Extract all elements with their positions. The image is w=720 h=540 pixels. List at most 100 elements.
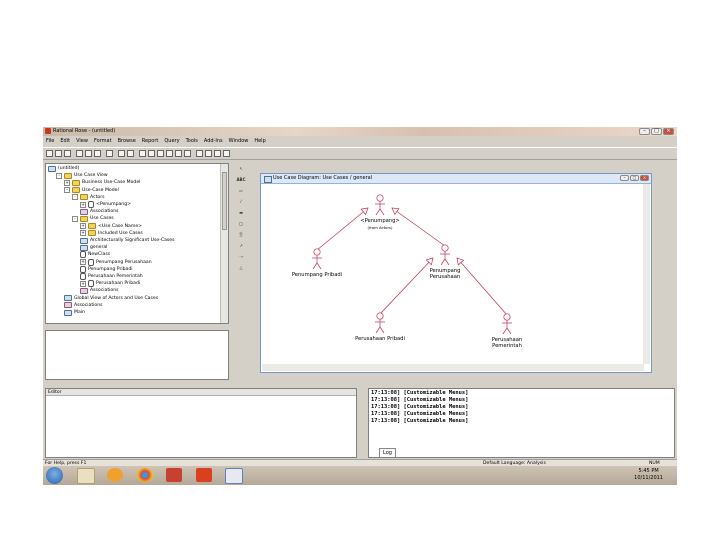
tree-item[interactable]: Main — [64, 309, 85, 316]
zoom-in-icon[interactable] — [196, 150, 203, 157]
diagram-horizontal-scrollbar[interactable] — [262, 364, 644, 371]
expand-icon[interactable]: + — [80, 230, 86, 237]
expand-icon[interactable]: + — [80, 223, 86, 230]
tree-item[interactable]: (untitled) — [48, 165, 79, 172]
menu-edit[interactable]: Edit — [60, 137, 70, 146]
generalization-arrow[interactable] — [456, 257, 508, 316]
tree-item[interactable]: + Included Use Cases — [80, 230, 143, 237]
menu-add-ins[interactable]: Add-Ins — [204, 137, 223, 146]
menu-file[interactable]: File — [46, 137, 54, 146]
note-icon[interactable]: ▭ — [236, 187, 246, 195]
actor-perpemerintah[interactable]: PerusahaanPemerintah — [492, 313, 522, 349]
log-tab[interactable]: Log — [379, 448, 396, 457]
text-box-tool[interactable]: ABC — [236, 176, 246, 184]
generalization-icon[interactable]: △ — [236, 264, 246, 272]
browse-deployment-icon[interactable] — [166, 150, 173, 157]
diagram-minimize-button[interactable]: – — [620, 175, 629, 181]
collapse-icon[interactable]: - — [56, 172, 62, 179]
open-icon[interactable] — [55, 150, 62, 157]
diagram-title-bar[interactable]: Use Case Diagram: Use Cases / general – … — [261, 174, 651, 184]
editor-pane[interactable]: Editor — [45, 388, 357, 458]
collapse-icon[interactable]: - — [72, 215, 78, 222]
log-window[interactable]: Log 17:13:08] [Customizable Menus] 17:13:… — [368, 388, 675, 458]
pointer-icon[interactable]: ↖ — [236, 165, 246, 173]
tree-item[interactable]: + Perusahaan Pribadi — [80, 280, 140, 288]
package-icon[interactable]: ▬ — [236, 209, 246, 217]
unidirectional-association-icon[interactable]: ↗ — [236, 242, 246, 250]
new-icon[interactable] — [46, 150, 53, 157]
copy-icon[interactable] — [85, 150, 92, 157]
tree-item[interactable]: Architecturally Significant Use-Cases — [80, 237, 175, 244]
tree-item[interactable]: Penumpang Pribadi — [80, 265, 133, 273]
maximize-button[interactable]: □ — [651, 128, 662, 135]
expand-icon[interactable]: + — [80, 201, 86, 208]
fit-in-window-icon[interactable] — [214, 150, 221, 157]
cut-icon[interactable] — [76, 150, 83, 157]
undo-fit-icon[interactable] — [223, 150, 230, 157]
tree-item[interactable]: - Use Case View — [56, 172, 108, 179]
explorer-taskbar-icon[interactable] — [77, 468, 95, 484]
context-help-icon[interactable] — [118, 150, 125, 157]
tree-item[interactable]: + <Penumpang> — [80, 201, 131, 208]
menu-tools[interactable]: Tools — [186, 137, 198, 146]
anchor-note-icon[interactable]: ⁄ — [236, 198, 246, 206]
generalization-arrow[interactable] — [379, 257, 434, 315]
dependency-icon[interactable]: ⇢ — [236, 253, 246, 261]
tree-item[interactable]: general — [80, 244, 107, 251]
use-case-icon[interactable]: ◯ — [236, 220, 246, 228]
menu-help[interactable]: Help — [254, 137, 265, 146]
generalization-arrow[interactable] — [391, 207, 446, 247]
browse-component-icon[interactable] — [157, 150, 164, 157]
menu-browse[interactable]: Browse — [118, 137, 136, 146]
document-taskbar-icon[interactable] — [166, 468, 182, 482]
scroll-thumb[interactable] — [222, 172, 227, 230]
tree-item[interactable]: + Business Use-Case Model — [64, 179, 140, 186]
system-clock[interactable]: 5:45 PM 10/11/2011 — [634, 468, 663, 482]
actor-penperus[interactable]: PenumpangPerusahaan — [430, 244, 461, 280]
expand-icon[interactable]: + — [80, 259, 86, 266]
tree-item[interactable]: Associations — [80, 208, 119, 215]
title-bar[interactable]: Rational Rose - (untitled) – □ × — [43, 127, 677, 136]
browse-class-icon[interactable] — [139, 150, 146, 157]
paste-icon[interactable] — [94, 150, 101, 157]
browse-previous-icon[interactable] — [184, 150, 191, 157]
start-button[interactable] — [46, 467, 63, 484]
diagram-vertical-scrollbar[interactable] — [643, 184, 650, 364]
expand-icon[interactable]: + — [64, 179, 70, 186]
diagram-restore-button[interactable]: □ — [630, 175, 639, 181]
expand-icon[interactable]: + — [80, 280, 86, 287]
media-taskbar-icon[interactable] — [107, 468, 123, 482]
collapse-icon[interactable]: - — [64, 187, 70, 194]
tree-item[interactable]: - Use-Case Model — [64, 187, 119, 194]
tree-item[interactable]: + <Use Case Name> — [80, 223, 142, 230]
paint-taskbar-icon[interactable] — [225, 468, 243, 484]
tree-item[interactable]: Associations — [80, 287, 119, 294]
tree-item[interactable]: Perusahaan Pemerintah — [80, 273, 143, 280]
tree-item[interactable]: Associations — [64, 302, 103, 309]
browse-parent-icon[interactable] — [175, 150, 182, 157]
tree-item[interactable]: - Actors — [72, 194, 104, 201]
browser-vertical-scrollbar[interactable] — [220, 164, 228, 323]
generalization-arrow[interactable] — [316, 207, 369, 251]
zoom-out-icon[interactable] — [205, 150, 212, 157]
diagram-close-button[interactable]: × — [640, 175, 649, 181]
actor-icon[interactable]: 웃 — [236, 231, 246, 239]
browse-interaction-icon[interactable] — [148, 150, 155, 157]
actor-pribadi[interactable]: Penumpang Pribadi — [292, 248, 342, 278]
tree-item[interactable]: + Penumpang Perusahaan — [80, 258, 152, 266]
close-button[interactable]: × — [663, 128, 674, 135]
save-icon[interactable] — [64, 150, 71, 157]
menu-view[interactable]: View — [76, 137, 88, 146]
diagram-canvas[interactable]: <Penumpang>(from Actors) Penumpang Pribad… — [262, 184, 644, 364]
menu-window[interactable]: Window — [229, 137, 249, 146]
tree-item[interactable]: NewClass — [80, 251, 110, 259]
minimize-button[interactable]: – — [639, 128, 650, 135]
tree-item[interactable]: - Use Cases — [72, 215, 114, 222]
collapse-icon[interactable]: - — [72, 194, 78, 201]
chrome-taskbar-icon[interactable] — [137, 468, 153, 482]
menu-report[interactable]: Report — [142, 137, 159, 146]
menu-format[interactable]: Format — [94, 137, 112, 146]
menu-query[interactable]: Query — [164, 137, 179, 146]
rational-rose-taskbar-icon[interactable] — [196, 468, 212, 482]
actor-perpribadi[interactable]: Perusahaan Pribadi — [355, 312, 405, 342]
